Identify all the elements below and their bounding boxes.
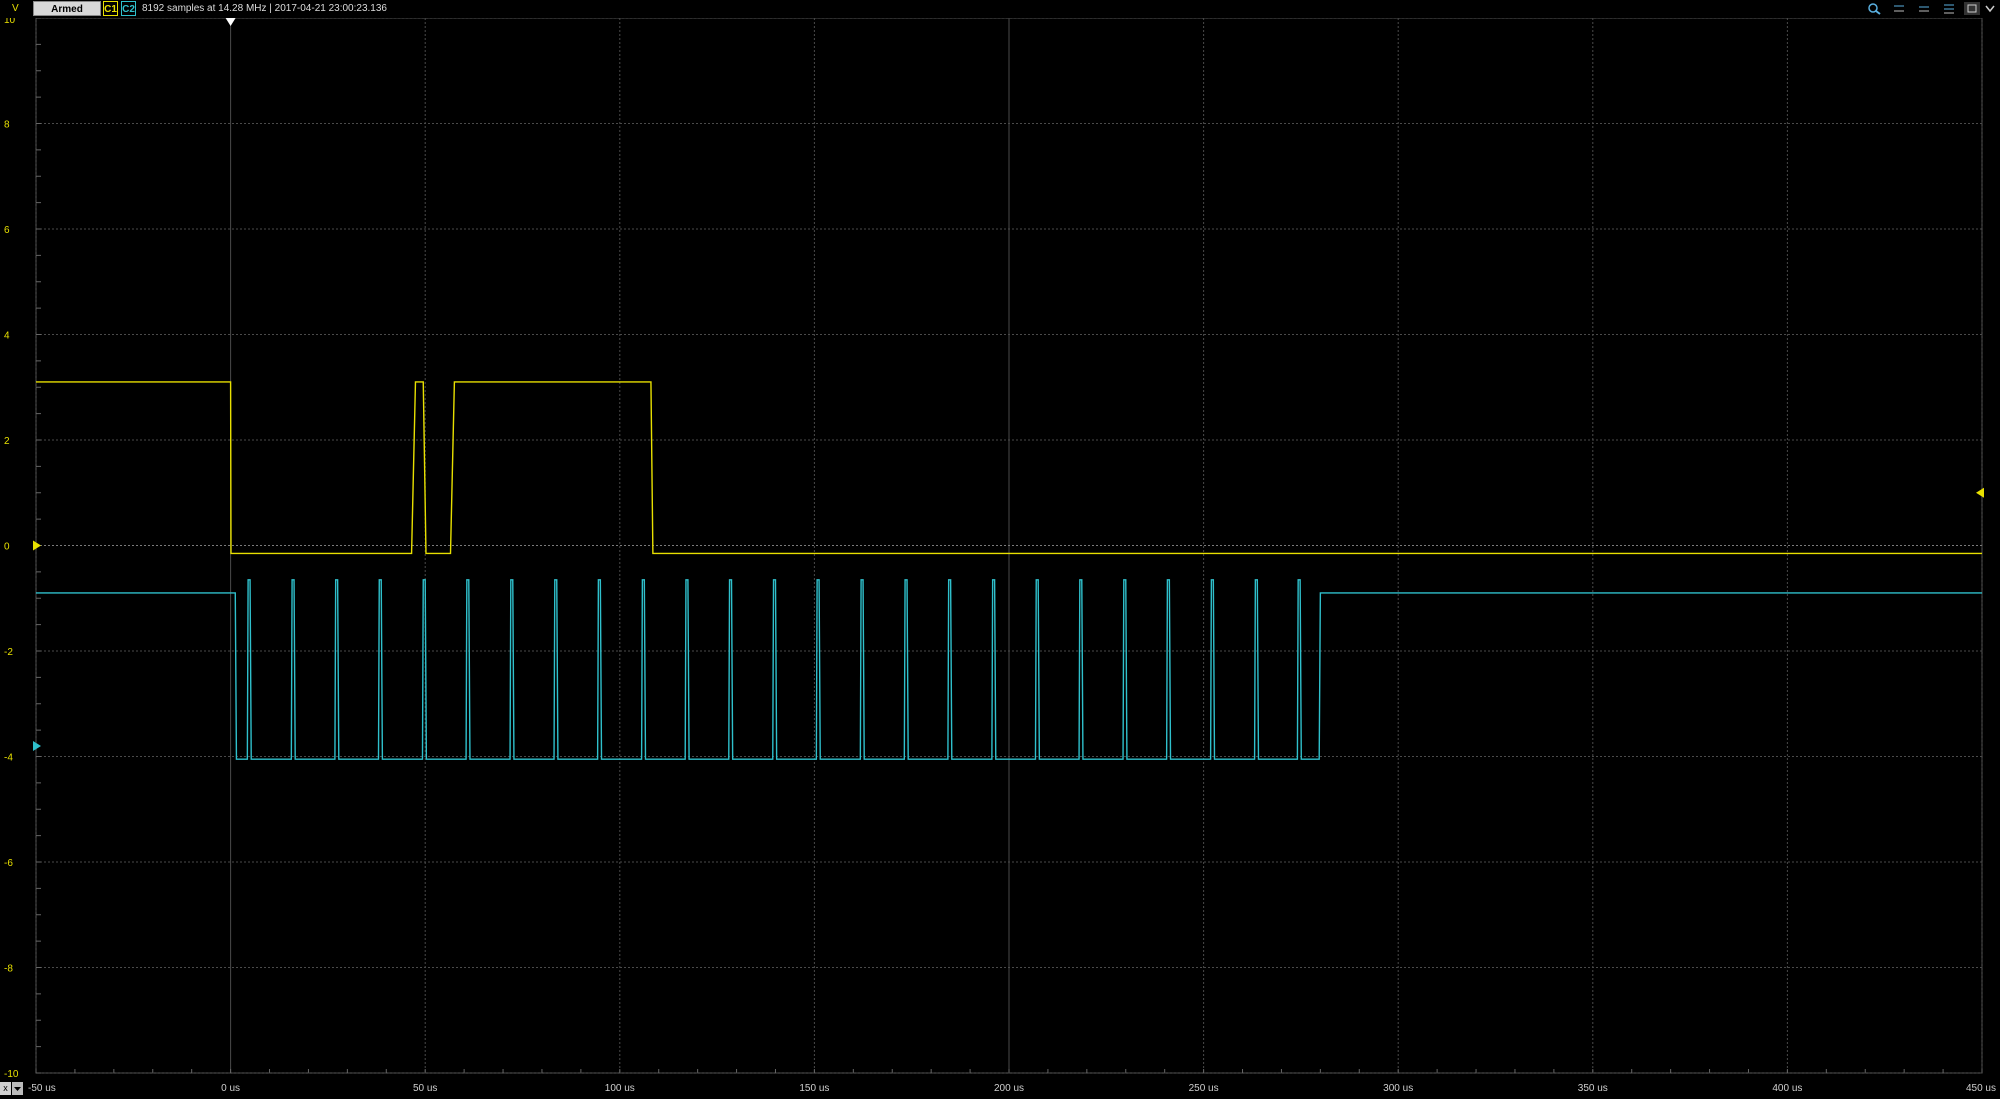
trigger-status-button[interactable]: Armed — [33, 1, 101, 16]
x-tick-label: 300 us — [1383, 1083, 1413, 1094]
menu-chevron-icon[interactable] — [1982, 2, 1998, 15]
channel1-toggle[interactable]: C1 — [103, 1, 118, 16]
y-tick-label: 4 — [4, 331, 10, 342]
x-tick-label: 100 us — [605, 1083, 635, 1094]
waveform-plot[interactable]: 1086420-2-4-6-8-10 -50 us 0 us 50 us 100 us… — [0, 0, 2000, 1096]
y-tick-label: -2 — [4, 647, 13, 658]
x-tick-label: 150 us — [799, 1083, 829, 1094]
x-axis-labels: -50 us 0 us 50 us 100 us 150 us 200 us 250 us 3… — [28, 1083, 1996, 1094]
y-tick-label: 0 — [4, 542, 10, 553]
channel2-offset-marker — [33, 740, 41, 751]
y-tick-label: 2 — [4, 436, 10, 447]
dropdown-chevron-icon[interactable] — [12, 1082, 23, 1095]
y-tick-label: -4 — [4, 753, 13, 764]
channel2-toggle[interactable]: C2 — [121, 1, 136, 16]
y-axis-labels: 1086420-2-4-6-8-10 — [4, 15, 19, 1080]
trigger-level-marker — [1976, 487, 1984, 498]
zoom-fit-icon[interactable] — [1916, 2, 1932, 15]
zoom-reset-icon[interactable] — [1941, 2, 1957, 15]
channel1-offset-marker — [33, 540, 41, 551]
toolbar: V Armed C1 C2 8192 samples at 14.28 MHz … — [0, 0, 2000, 18]
plot-grid — [35, 17, 1983, 1074]
y-tick-label: -10 — [4, 1069, 19, 1080]
close-button[interactable]: x — [0, 1082, 11, 1095]
zoom-icon[interactable] — [1866, 2, 1882, 15]
y-tick-label: 8 — [4, 120, 10, 131]
y-tick-label: 6 — [4, 225, 10, 236]
y-tick-label: -8 — [4, 964, 13, 975]
x-tick-label: 250 us — [1189, 1083, 1219, 1094]
x-tick-label: -50 us — [28, 1083, 56, 1094]
x-tick-label: 50 us — [413, 1083, 437, 1094]
unit-label: V — [12, 3, 19, 14]
x-tick-label: 350 us — [1578, 1083, 1608, 1094]
trigger-position-marker — [225, 18, 236, 26]
restore-window-icon[interactable] — [1964, 2, 1980, 15]
zoom-out-icon[interactable] — [1891, 2, 1907, 15]
acquisition-info: 8192 samples at 14.28 MHz | 2017-04-21 2… — [142, 3, 387, 14]
x-tick-label: 450 us — [1966, 1083, 1996, 1094]
y-tick-label: -6 — [4, 858, 13, 869]
x-tick-label: 400 us — [1772, 1083, 1802, 1094]
x-tick-label: 200 us — [994, 1083, 1024, 1094]
x-tick-label: 0 us — [221, 1083, 240, 1094]
